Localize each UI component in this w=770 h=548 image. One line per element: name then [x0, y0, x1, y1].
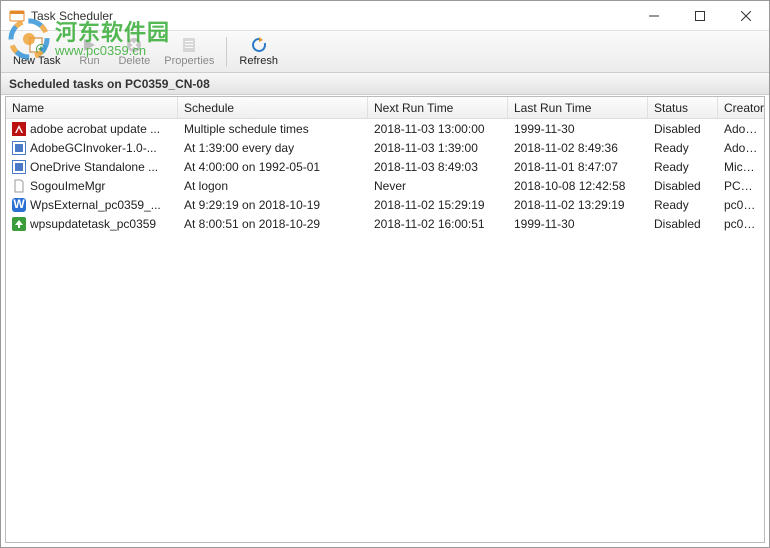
cell-next: 2018-11-03 8:49:03	[368, 159, 508, 175]
close-button[interactable]	[723, 1, 769, 31]
cell-status: Ready	[648, 197, 718, 213]
cell-schedule: At 9:29:19 on 2018-10-19	[178, 197, 368, 213]
task-name-text: adobe acrobat update ...	[30, 122, 160, 136]
table-row[interactable]: W WpsExternal_pc0359_... At 9:29:19 on 201…	[6, 195, 764, 214]
minimize-button[interactable]	[631, 1, 677, 31]
toolbar-separator	[226, 37, 227, 67]
delete-button: Delete	[112, 33, 156, 71]
cell-schedule: At 4:00:00 on 1992-05-01	[178, 159, 368, 175]
cell-next: 2018-11-03 1:39:00	[368, 140, 508, 156]
window-controls	[631, 1, 769, 31]
new-task-label: New Task	[13, 55, 60, 67]
refresh-icon	[250, 36, 268, 54]
cell-name: W WpsExternal_pc0359_...	[6, 197, 178, 213]
titlebar: Task Scheduler	[1, 1, 769, 31]
cell-creator: Microsoft Cor...	[718, 159, 764, 175]
cell-status: Ready	[648, 140, 718, 156]
task-icon	[12, 217, 26, 231]
col-header-schedule[interactable]: Schedule	[178, 97, 368, 118]
cell-last: 1999-11-30	[508, 216, 648, 232]
task-name-text: wpsupdatetask_pc0359	[30, 217, 156, 231]
cell-creator: PC0359_CN-...	[718, 178, 764, 194]
refresh-label: Refresh	[239, 55, 278, 67]
cell-next: 2018-11-02 16:00:51	[368, 216, 508, 232]
section-header: Scheduled tasks on PC0359_CN-08	[1, 73, 769, 95]
refresh-button[interactable]: Refresh	[233, 33, 284, 71]
cell-name: OneDrive Standalone ...	[6, 159, 178, 175]
maximize-button[interactable]	[677, 1, 723, 31]
cell-name: wpsupdatetask_pc0359	[6, 216, 178, 232]
run-button: Run	[68, 33, 110, 71]
cell-creator: Adobe Syste...	[718, 121, 764, 137]
section-heading: Scheduled tasks on PC0359_CN-08	[9, 77, 210, 91]
task-name-text: SogouImeMgr	[30, 179, 105, 193]
cell-next: 2018-11-02 15:29:19	[368, 197, 508, 213]
cell-creator: pc0359	[718, 197, 764, 213]
cell-status: Disabled	[648, 216, 718, 232]
table-header-row: Name Schedule Next Run Time Last Run Tim…	[6, 97, 764, 119]
svg-text:W: W	[13, 198, 25, 211]
cell-next: 2018-11-03 13:00:00	[368, 121, 508, 137]
cell-creator: pc0359	[718, 216, 764, 232]
cell-status: Ready	[648, 159, 718, 175]
cell-name: AdobeGCInvoker-1.0-...	[6, 140, 178, 156]
cell-schedule: At 1:39:00 every day	[178, 140, 368, 156]
table-row[interactable]: OneDrive Standalone ... At 4:00:00 on 199…	[6, 157, 764, 176]
table-body: adobe acrobat update ... Multiple schedul…	[6, 119, 764, 233]
run-icon	[80, 36, 98, 54]
cell-schedule: At logon	[178, 178, 368, 194]
cell-schedule: Multiple schedule times	[178, 121, 368, 137]
cell-status: Disabled	[648, 121, 718, 137]
cell-next: Never	[368, 178, 508, 194]
new-task-button[interactable]: New Task	[7, 33, 66, 71]
cell-last: 1999-11-30	[508, 121, 648, 137]
cell-creator: Adobe Syste...	[718, 140, 764, 156]
table-row[interactable]: adobe acrobat update ... Multiple schedul…	[6, 119, 764, 138]
new-task-icon	[28, 36, 46, 54]
delete-label: Delete	[118, 55, 150, 67]
col-header-name[interactable]: Name	[6, 97, 178, 118]
table-row[interactable]: SogouImeMgr At logonNever2018-10-08 12:42…	[6, 176, 764, 195]
cell-last: 2018-11-02 13:29:19	[508, 197, 648, 213]
app-icon	[9, 8, 25, 24]
task-table: Name Schedule Next Run Time Last Run Tim…	[5, 96, 765, 543]
table-row[interactable]: AdobeGCInvoker-1.0-... At 1:39:00 every d…	[6, 138, 764, 157]
task-icon: W	[12, 198, 26, 212]
col-header-next[interactable]: Next Run Time	[368, 97, 508, 118]
col-header-last[interactable]: Last Run Time	[508, 97, 648, 118]
col-header-status[interactable]: Status	[648, 97, 718, 118]
col-header-creator[interactable]: Creator	[718, 97, 764, 118]
task-icon	[12, 141, 26, 155]
properties-icon	[180, 36, 198, 54]
cell-status: Disabled	[648, 178, 718, 194]
task-name-text: AdobeGCInvoker-1.0-...	[30, 141, 157, 155]
cell-last: 2018-11-01 8:47:07	[508, 159, 648, 175]
window-frame: Task Scheduler New Task Run Delete Prope…	[0, 0, 770, 548]
toolbar: New Task Run Delete Properties Refresh	[1, 31, 769, 73]
task-icon	[12, 179, 26, 193]
task-name-text: OneDrive Standalone ...	[30, 160, 158, 174]
run-label: Run	[79, 55, 99, 67]
delete-icon	[125, 36, 143, 54]
cell-last: 2018-10-08 12:42:58	[508, 178, 648, 194]
cell-last: 2018-11-02 8:49:36	[508, 140, 648, 156]
task-name-text: WpsExternal_pc0359_...	[30, 198, 161, 212]
cell-name: SogouImeMgr	[6, 178, 178, 194]
window-title: Task Scheduler	[31, 9, 631, 23]
table-row[interactable]: wpsupdatetask_pc0359 At 8:00:51 on 2018-1…	[6, 214, 764, 233]
task-icon	[12, 160, 26, 174]
cell-name: adobe acrobat update ...	[6, 121, 178, 137]
cell-schedule: At 8:00:51 on 2018-10-29	[178, 216, 368, 232]
task-icon	[12, 122, 26, 136]
properties-button: Properties	[158, 33, 220, 71]
properties-label: Properties	[164, 55, 214, 67]
